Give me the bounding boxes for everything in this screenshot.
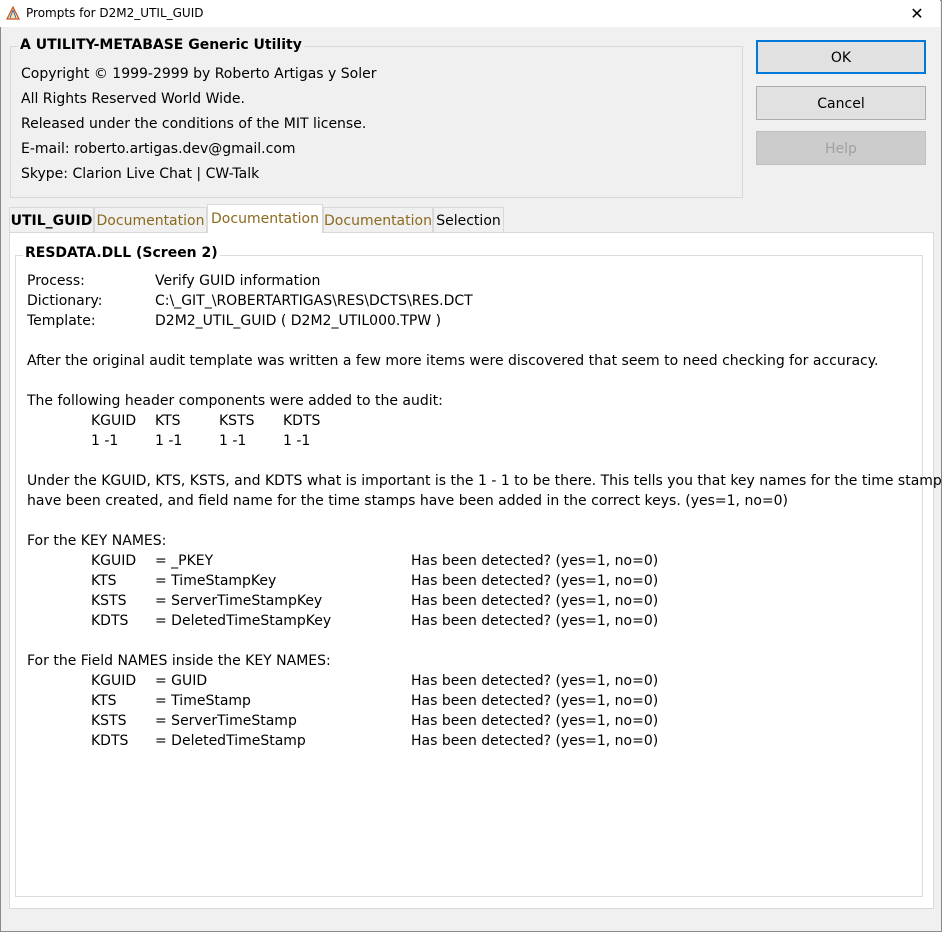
- header-intro-text: The following header components were add…: [27, 393, 443, 409]
- tab-selection[interactable]: Selection: [433, 207, 504, 232]
- field-names-heading: For the Field NAMES inside the KEY NAMES…: [27, 653, 331, 669]
- dictionary-value: C:\_GIT_\ROBERTARTIGAS\RES\DCTS\RES.DCT: [155, 293, 473, 309]
- tab-documentation-3[interactable]: Documentation: [323, 207, 433, 232]
- field-name-code: KDTS: [91, 733, 129, 749]
- field-name-code: KSTS: [91, 713, 127, 729]
- window-title: Prompts for D2M2_UTIL_GUID: [26, 6, 204, 20]
- close-icon[interactable]: ✕: [894, 0, 940, 27]
- key-name-status: Has been detected? (yes=1, no=0): [411, 553, 659, 569]
- header-col-kdts: KDTS: [283, 413, 321, 429]
- rights-text: All Rights Reserved World Wide.: [21, 91, 245, 107]
- under-text-line-1: Under the KGUID, KTS, KSTS, and KDTS wha…: [27, 473, 942, 489]
- key-name-code: KTS: [91, 573, 117, 589]
- process-value: Verify GUID information: [155, 273, 321, 289]
- key-name-status: Has been detected? (yes=1, no=0): [411, 593, 659, 609]
- header-val-kts: 1 -1: [155, 433, 183, 449]
- process-label: Process:: [27, 273, 85, 289]
- key-name-code: KSTS: [91, 593, 127, 609]
- title-bar: Prompts for D2M2_UTIL_GUID ✕: [0, 0, 940, 27]
- field-name-value: = ServerTimeStamp: [155, 713, 297, 729]
- field-name-code: KTS: [91, 693, 117, 709]
- header-val-ksts: 1 -1: [219, 433, 247, 449]
- field-name-value: = GUID: [155, 673, 208, 689]
- field-name-status: Has been detected? (yes=1, no=0): [411, 693, 659, 709]
- key-name-value: = DeletedTimeStampKey: [155, 613, 332, 629]
- header-val-kguid: 1 -1: [91, 433, 119, 449]
- ok-button[interactable]: OK: [756, 40, 926, 74]
- header-col-kts: KTS: [155, 413, 181, 429]
- key-name-status: Has been detected? (yes=1, no=0): [411, 573, 659, 589]
- template-label: Template:: [27, 313, 96, 329]
- screen-title: RESDATA.DLL (Screen 2): [23, 245, 220, 261]
- header-col-ksts: KSTS: [219, 413, 255, 429]
- skype-text: Skype: Clarion Live Chat | CW-Talk: [21, 166, 260, 182]
- field-name-status: Has been detected? (yes=1, no=0): [411, 713, 659, 729]
- key-name-code: KDTS: [91, 613, 129, 629]
- dictionary-label: Dictionary:: [27, 293, 103, 309]
- field-name-code: KGUID: [91, 673, 137, 689]
- license-text: Released under the conditions of the MIT…: [21, 116, 367, 132]
- header-col-kguid: KGUID: [91, 413, 137, 429]
- intro-text: After the original audit template was wr…: [27, 353, 879, 369]
- tab-documentation-1[interactable]: Documentation: [94, 207, 207, 232]
- key-name-status: Has been detected? (yes=1, no=0): [411, 613, 659, 629]
- under-text-line-2: have been created, and field name for th…: [27, 493, 788, 509]
- email-text: E-mail: roberto.artigas.dev@gmail.com: [21, 141, 296, 157]
- key-name-code: KGUID: [91, 553, 137, 569]
- cancel-button[interactable]: Cancel: [756, 86, 926, 120]
- field-name-value: = TimeStamp: [155, 693, 251, 709]
- app-triangle-icon: [6, 5, 20, 20]
- help-button[interactable]: Help: [756, 131, 926, 165]
- utility-title: A UTILITY-METABASE Generic Utility: [18, 37, 304, 53]
- key-names-heading: For the KEY NAMES:: [27, 533, 167, 549]
- tab-util-guid[interactable]: UTIL_GUID: [9, 207, 94, 232]
- tab-documentation-2[interactable]: Documentation: [207, 204, 323, 233]
- header-val-kdts: 1 -1: [283, 433, 311, 449]
- field-name-status: Has been detected? (yes=1, no=0): [411, 733, 659, 749]
- field-name-status: Has been detected? (yes=1, no=0): [411, 673, 659, 689]
- template-value: D2M2_UTIL_GUID ( D2M2_UTIL000.TPW ): [155, 313, 442, 329]
- field-name-value: = DeletedTimeStamp: [155, 733, 306, 749]
- key-name-value: = TimeStampKey: [155, 573, 277, 589]
- copyright-text: Copyright © 1999-2999 by Roberto Artigas…: [21, 66, 377, 82]
- key-name-value: = ServerTimeStampKey: [155, 593, 323, 609]
- key-name-value: = _PKEY: [155, 553, 214, 569]
